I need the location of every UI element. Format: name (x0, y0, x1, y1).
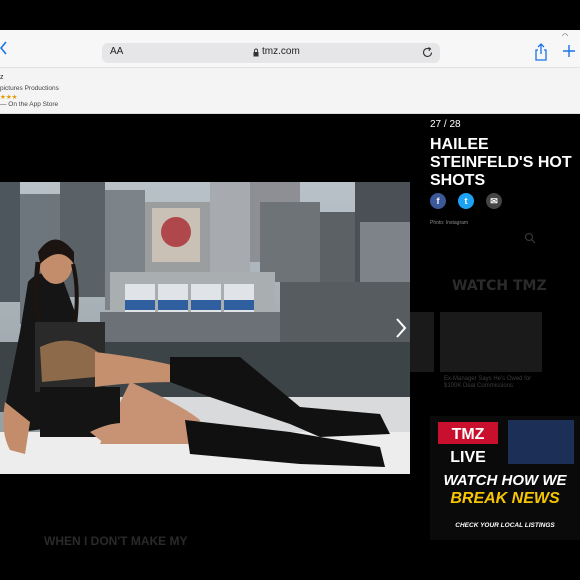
svg-text:LIVE: LIVE (450, 449, 486, 466)
gallery-photo (0, 182, 410, 474)
next-photo-arrow-icon[interactable] (394, 316, 408, 340)
facebook-share-icon[interactable]: f (430, 193, 446, 209)
lock-icon (253, 48, 259, 57)
twitter-share-icon[interactable]: t (458, 193, 474, 209)
wifi-icon: ◠ (562, 33, 569, 40)
gallery-title: HAILEE STEINFELD'S HOT SHOTS (430, 136, 572, 189)
ad-line-1: WATCH HOW WE (443, 472, 567, 489)
url-text: tmz.com (262, 46, 300, 57)
tmz-live-logo: TMZ LIVE (438, 422, 498, 466)
app-rating: ★★★ (0, 94, 18, 101)
tmz-live-ad[interactable]: TMZ LIVE WATCH HOW WE BREAK NEWS CHECK Y… (430, 416, 580, 540)
gallery-counter: 27 / 28 (430, 119, 461, 130)
smart-app-banner[interactable]: z pictures Productions ★★★ — On the App … (0, 68, 580, 114)
gallery-page: 27 / 28 HAILEE STEINFELD'S HOT SHOTS f t… (0, 114, 580, 580)
video-thumbnail[interactable] (410, 312, 434, 372)
address-bar[interactable]: AA tmz.com (102, 43, 440, 63)
ad-hosts-image (508, 420, 574, 464)
app-publisher: pictures Productions (0, 85, 59, 92)
app-name: z (0, 74, 4, 81)
bottom-text-strip: WHEN I DON'T MAKE MY (44, 534, 188, 548)
search-icon[interactable] (524, 232, 536, 244)
safari-toolbar: ◠ AA tmz.com (0, 30, 580, 68)
reader-view-button[interactable]: AA (110, 46, 123, 57)
ad-headline: WATCH HOW WE BREAK NEWS (430, 472, 580, 508)
share-icon[interactable] (534, 43, 548, 61)
email-share-icon[interactable]: ✉ (486, 193, 502, 209)
photo-credit: Photo: Instagram (430, 220, 469, 226)
ad-listings: CHECK YOUR LOCAL LISTINGS (455, 522, 555, 529)
video-caption[interactable]: Ex-Manager Says He's Owed for $100K Deal… (444, 376, 544, 390)
app-store-label: — On the App Store (0, 101, 59, 108)
svg-text:TMZ: TMZ (452, 426, 485, 443)
top-black-strip (0, 0, 580, 30)
new-tab-icon[interactable] (562, 44, 576, 58)
back-icon[interactable] (0, 41, 8, 55)
ad-line-2: BREAK NEWS (450, 490, 560, 507)
ipad-screen: ◠ AA tmz.com z pictures Productions ★★★ … (0, 0, 580, 580)
reload-icon[interactable] (421, 46, 434, 59)
video-thumbnail[interactable] (440, 312, 542, 372)
watch-tmz-heading: WATCH TMZ (452, 278, 547, 294)
